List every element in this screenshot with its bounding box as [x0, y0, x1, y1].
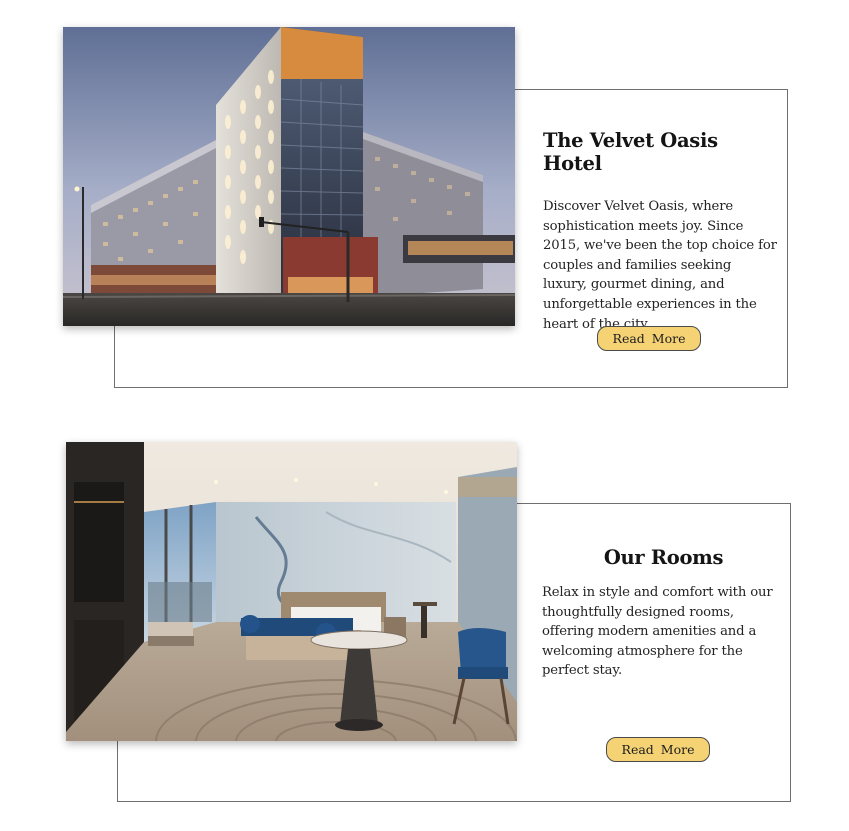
card-text: The Velvet Oasis Hotel Discover Velvet O…: [543, 129, 778, 334]
read-more-button[interactable]: Read More: [597, 326, 701, 351]
card-title: Our Rooms: [603, 546, 724, 569]
hotel-room-photo: [66, 442, 517, 741]
card-text: Our Rooms Relax in style and comfort wit…: [542, 546, 777, 681]
card-title: The Velvet Oasis Hotel: [543, 129, 718, 175]
card-description: Relax in style and comfort with our thou…: [542, 585, 773, 679]
read-more-button[interactable]: Read More: [606, 737, 710, 762]
hotel-exterior-photo: [63, 27, 515, 326]
page: The Velvet Oasis Hotel Discover Velvet O…: [0, 0, 849, 831]
card-description: Discover Velvet Oasis, where sophisticat…: [543, 199, 777, 332]
